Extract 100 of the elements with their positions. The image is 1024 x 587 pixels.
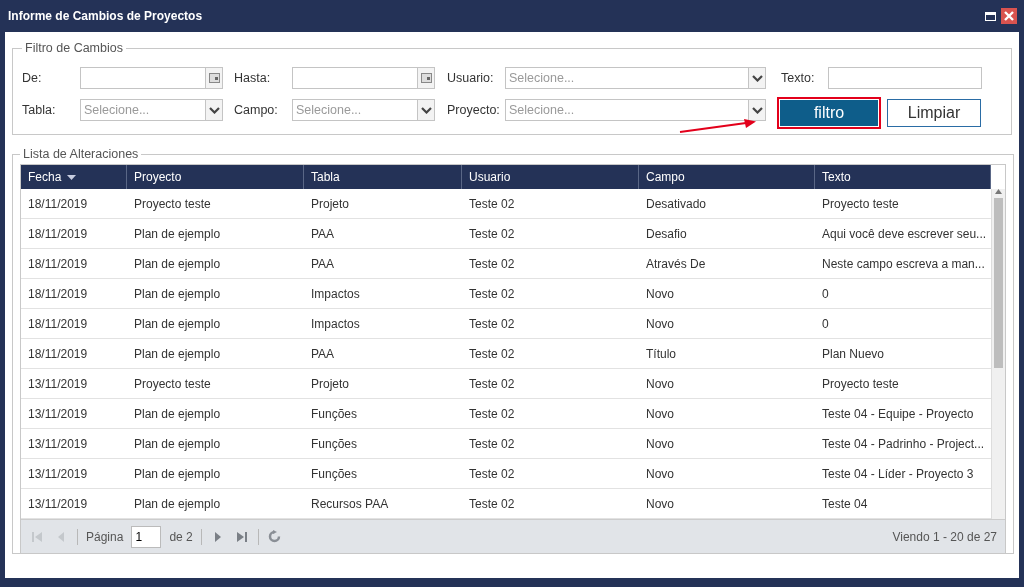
table-cell-text: Teste 04 - Líder - Proyecto 3 — [821, 465, 975, 483]
table-cell-text: Novo — [645, 435, 675, 453]
window-title: Informe de Cambios de Proyectos — [8, 9, 204, 23]
calendar-icon — [208, 73, 220, 83]
table-cell-text: Funções — [310, 465, 359, 483]
chevron-down-icon — [420, 106, 432, 114]
table-cell-text: Teste 02 — [468, 345, 516, 363]
table-cell-text: 18/11/2019 — [27, 285, 89, 303]
column-header[interactable]: Campo — [639, 165, 815, 189]
dropdown-field[interactable]: Selecione... — [505, 99, 748, 121]
table-cell-text: Desativado — [645, 195, 708, 213]
calendar-button[interactable] — [417, 67, 435, 89]
table-cell-text: Impactos — [310, 315, 361, 333]
refresh-icon[interactable] — [266, 528, 283, 545]
dropdown-field[interactable]: Selecione... — [505, 67, 748, 89]
table-cell-text: Teste 02 — [468, 225, 516, 243]
section-title: Filtro de Cambios — [24, 41, 124, 55]
table-cell-text: Teste 02 — [468, 375, 516, 393]
table-cell-text: Recursos PAA — [310, 495, 390, 513]
table-cell-text: Plan de ejemplo — [133, 495, 222, 513]
table-cell-text: 13/11/2019 — [27, 495, 89, 513]
chevron-down-icon — [751, 106, 763, 114]
table-cell-text: Projeto — [310, 195, 351, 213]
page-label: Página — [86, 529, 124, 544]
table-cell-text: Proyecto teste — [133, 375, 212, 393]
table-cell-text: 18/11/2019 — [27, 255, 89, 273]
input-field[interactable] — [828, 67, 982, 89]
dropdown-button[interactable] — [748, 99, 766, 121]
field-label: Proyecto: — [447, 103, 501, 117]
table-cell-text: Teste 04 - Padrinho - Project... — [821, 435, 986, 453]
field-label: Hasta: — [234, 71, 272, 85]
dropdown-button[interactable] — [205, 99, 223, 121]
table-cell-text: PAA — [310, 345, 336, 363]
page-count: de 2 — [169, 529, 193, 544]
table-cell-text: Funções — [310, 405, 359, 423]
table-cell-text: Proyecto teste — [821, 195, 900, 213]
column-header[interactable]: Tabla — [304, 165, 462, 189]
chevron-down-icon — [208, 106, 220, 114]
field-label: De: — [22, 71, 43, 85]
table-cell-text: Teste 02 — [468, 285, 516, 303]
table-cell-text: 18/11/2019 — [27, 315, 89, 333]
table-cell-text: Teste 04 — [821, 495, 869, 513]
scroll-up-icon[interactable] — [995, 189, 1002, 194]
table-cell-text: 13/11/2019 — [27, 435, 89, 453]
table-cell-text: Título — [645, 345, 677, 363]
table-cell-text: 13/11/2019 — [27, 405, 89, 423]
dropdown-button[interactable] — [748, 67, 766, 89]
table-cell-text: Plan de ejemplo — [133, 345, 222, 363]
table-cell-text: Teste 02 — [468, 405, 516, 423]
column-header[interactable]: Texto — [815, 165, 991, 189]
page-input[interactable]: 1 — [131, 525, 162, 548]
dropdown-button[interactable] — [417, 99, 435, 121]
column-header[interactable]: Fecha — [21, 165, 127, 189]
field-label: Usuario: — [447, 71, 495, 85]
table-cell-text: Proyecto teste — [821, 375, 900, 393]
table-cell-text: Teste 02 — [468, 435, 516, 453]
table-cell-text: Funções — [310, 435, 359, 453]
table-cell-text: Teste 02 — [468, 465, 516, 483]
close-icon[interactable] — [1001, 8, 1017, 24]
column-header[interactable]: Proyecto — [127, 165, 304, 189]
table-cell-text: Plan de ejemplo — [133, 465, 222, 483]
table-cell-text: 0 — [821, 315, 830, 333]
table-cell-text: Novo — [645, 465, 675, 483]
table-cell-text: Plan Nuevo — [821, 345, 886, 363]
table-cell-text: Novo — [645, 495, 675, 513]
record-count: Viendo 1 - 20 de 27 — [892, 529, 997, 544]
field-label: Campo: — [234, 103, 279, 117]
filter-button[interactable]: filtro — [779, 99, 879, 127]
table-cell-text: 18/11/2019 — [27, 225, 89, 243]
table-cell-text: Novo — [645, 315, 675, 333]
table-cell-text: PAA — [310, 225, 336, 243]
table-cell-text: Teste 02 — [468, 495, 516, 513]
table-cell-text: 18/11/2019 — [27, 345, 89, 363]
date-field[interactable] — [80, 67, 205, 89]
table-cell-text: Teste 02 — [468, 255, 516, 273]
table-cell-text: Plan de ejemplo — [133, 225, 222, 243]
table-cell-text: Novo — [645, 285, 675, 303]
calendar-button[interactable] — [205, 67, 223, 89]
table-cell-text: 18/11/2019 — [27, 195, 89, 213]
table-cell-text: Aqui você deve escrever seu... — [821, 225, 988, 243]
table-cell-text: Plan de ejemplo — [133, 285, 222, 303]
table-cell-text: Teste 02 — [468, 315, 516, 333]
field-label: Texto: — [781, 71, 816, 85]
dropdown-field[interactable]: Selecione... — [292, 99, 417, 121]
dropdown-field[interactable]: Selecione... — [80, 99, 205, 121]
section-title: Lista de Alteraciones — [22, 147, 140, 161]
table-cell-text: Teste 02 — [468, 195, 516, 213]
column-header[interactable]: Usuario — [462, 165, 639, 189]
scrollbar[interactable] — [991, 189, 1005, 519]
date-field[interactable] — [292, 67, 417, 89]
table-cell-text: Através De — [645, 255, 707, 273]
field-label: Tabla: — [22, 103, 57, 117]
table-cell-text: Proyecto teste — [133, 195, 212, 213]
table-cell-text: Plan de ejemplo — [133, 405, 222, 423]
table-cell-text: Plan de ejemplo — [133, 255, 222, 273]
table-cell-text: Projeto — [310, 375, 351, 393]
table-cell-text: Teste 04 - Equipe - Proyecto — [821, 405, 975, 423]
table-cell-text: Impactos — [310, 285, 361, 303]
clear-button[interactable]: Limpiar — [887, 99, 981, 127]
table-cell-text: 13/11/2019 — [27, 375, 89, 393]
